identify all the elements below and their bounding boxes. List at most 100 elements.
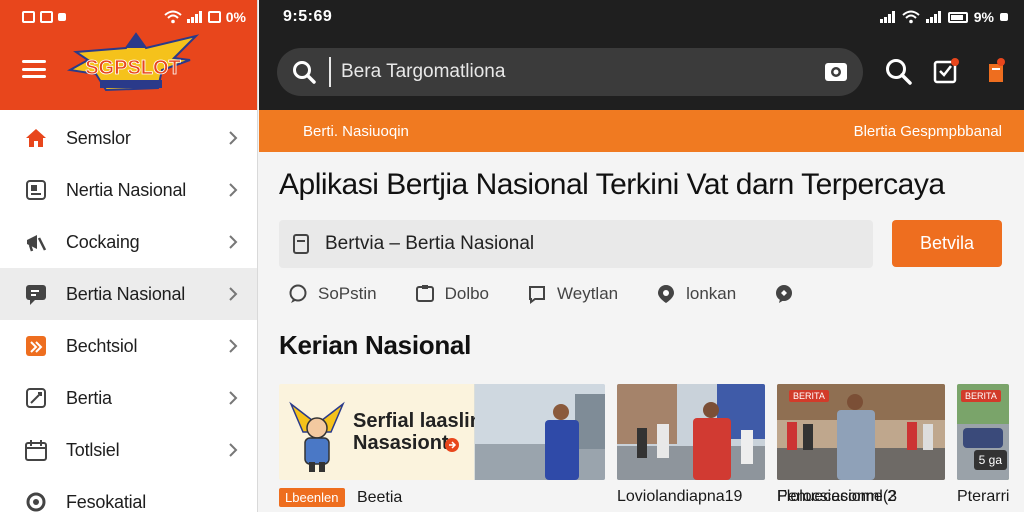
- status-indicator-icon: [1000, 13, 1008, 21]
- drawer-item-totlsiel[interactable]: Totlsiel: [0, 424, 257, 476]
- chevron-right-icon: [229, 443, 238, 457]
- menu-icon[interactable]: [22, 60, 46, 78]
- wifi-icon: [164, 10, 182, 24]
- band-left-link[interactable]: Berti. Nasiuoqin: [303, 123, 409, 140]
- news-card[interactable]: BERITA 5 ga Pterarri: [957, 384, 1009, 512]
- promo-line: Serfial laaslin: [353, 410, 482, 432]
- location-icon: [658, 285, 675, 303]
- logo-text: SGPSLOT: [85, 57, 181, 79]
- action-label: SoPstin: [318, 284, 377, 303]
- tools-icon: [24, 386, 48, 410]
- chevron-right-icon: [229, 235, 238, 249]
- mascot-illustration: [289, 401, 345, 472]
- card-thumbnail: BERITA: [777, 384, 945, 480]
- card-thumbnail: Serfial laaslin Nasasiont: [279, 384, 605, 480]
- drawer-item-label: Totlsiel: [66, 439, 120, 460]
- band-right-link[interactable]: Blertia Gespmpbbanal: [854, 123, 1002, 140]
- navigation-drawer: 0% SGPSLOT Semslor Nertia Nasional Cocka…: [0, 0, 258, 512]
- home-icon: [24, 126, 48, 150]
- drawer-item-nertia-nasional[interactable]: Nertia Nasional: [0, 164, 257, 216]
- promo-text: Serfial laaslin Nasasiont: [353, 410, 482, 454]
- comment-icon: [289, 284, 307, 303]
- camera-icon[interactable]: [823, 59, 849, 85]
- drawer-item-label: Bertia: [66, 387, 112, 408]
- action-lonkan[interactable]: lonkan: [656, 284, 736, 304]
- notification-icon: [22, 11, 35, 23]
- news-field-text: Bertvia – Bertia Nasional: [325, 233, 535, 254]
- chat-bubble-icon: [776, 285, 793, 303]
- drawer-item-bertia-nasional[interactable]: Bertia Nasional: [0, 268, 257, 320]
- action-row: SoPstin Dolbo Weytlan lonkan: [288, 280, 1008, 308]
- promo-line: Nasasiont: [353, 432, 449, 454]
- action-chat[interactable]: [774, 284, 804, 304]
- drawer-item-semslor[interactable]: Semslor: [0, 112, 257, 164]
- drawer-item-label: Nertia Nasional: [66, 179, 187, 200]
- signal-icon: [186, 11, 202, 23]
- app-icon: [58, 13, 66, 21]
- drawer-item-fesokatial[interactable]: Fesokatial: [0, 476, 257, 512]
- street-photo: [617, 384, 765, 480]
- wifi-icon: [902, 10, 920, 24]
- signal-icon: [879, 11, 895, 23]
- drawer-status-bar: 0%: [0, 0, 257, 34]
- card-caption: Lbeenlen Beetia: [279, 488, 605, 507]
- card-badge: Lbeenlen: [279, 488, 345, 507]
- bookmark-icon: [529, 286, 546, 304]
- battery-icon: [947, 11, 968, 23]
- search-input[interactable]: [329, 57, 823, 87]
- card-caption-text: Penuecaconml(3: [777, 488, 898, 505]
- status-bar: 9:5:69 9%: [259, 0, 1024, 34]
- drawer-item-label: Fesokatial: [66, 491, 147, 512]
- action-dolbo[interactable]: Dolbo: [415, 284, 489, 304]
- news-card[interactable]: Serfial laaslin Nasasiont Lbeenlen Beeti…: [279, 384, 605, 512]
- thumb-badge: BERITA: [961, 390, 1001, 402]
- action-label: Dolbo: [444, 284, 490, 303]
- action-label: lonkan: [686, 284, 737, 303]
- drawer-header: 0% SGPSLOT: [0, 0, 257, 110]
- thumb-badge: BERITA: [789, 390, 829, 402]
- drawer-item-bechtsiol[interactable]: Bechtsiol: [0, 320, 257, 372]
- street-photo: [475, 384, 605, 480]
- drawer-menu: Semslor Nertia Nasional Cockaing Bertia …: [0, 112, 257, 512]
- news-card[interactable]: Loviolandiapna19: [617, 384, 765, 512]
- news-field[interactable]: Bertvia – Bertia Nasional: [279, 220, 873, 268]
- chat-icon: [24, 282, 48, 306]
- document-icon: [293, 234, 309, 254]
- tag-icon: [24, 334, 48, 358]
- battery-icon: [207, 11, 221, 23]
- drawer-item-bertia[interactable]: Bertia: [0, 372, 257, 424]
- settings-icon: [24, 490, 48, 512]
- chevron-right-icon: [229, 183, 238, 197]
- calendar-icon: [24, 438, 48, 462]
- drawer-item-label: Bechtsiol: [66, 335, 138, 356]
- drawer-battery-text: 0%: [225, 9, 246, 25]
- action-sopstin[interactable]: SoPstin: [288, 284, 377, 304]
- card-caption-text: Beetia: [356, 489, 403, 506]
- chevron-right-icon: [229, 339, 238, 353]
- message-icon: [40, 11, 53, 23]
- newspaper-icon: [24, 178, 48, 202]
- search-icon[interactable]: [291, 59, 317, 85]
- card-thumbnail: [617, 384, 765, 480]
- drawer-item-label: Bertia Nasional: [66, 283, 186, 304]
- chevron-right-icon: [229, 131, 238, 145]
- card-caption-text: Loviolandiapna19: [617, 488, 743, 505]
- card-caption-text: Pterarri: [957, 488, 1009, 505]
- drawer-item-label: Cockaing: [66, 231, 140, 252]
- thumb-pill: 5 ga: [973, 450, 1007, 470]
- arrow-icon: [445, 438, 459, 452]
- drawer-item-cockaing[interactable]: Cockaing: [0, 216, 257, 268]
- status-time: 9:5:69: [283, 8, 333, 25]
- sgpslot-logo[interactable]: SGPSLOT: [66, 30, 200, 100]
- battery-text: 9%: [973, 9, 994, 25]
- search-icon[interactable]: [883, 56, 913, 86]
- signal-icon: [925, 11, 941, 23]
- bookmark-icon[interactable]: [981, 56, 1011, 86]
- top-app-bar: 9:5:69 9%: [259, 0, 1024, 110]
- notification-icon[interactable]: [931, 56, 961, 86]
- search-bar[interactable]: [277, 48, 863, 96]
- betvila-button[interactable]: Betvila: [892, 220, 1002, 267]
- chevron-right-icon: [229, 391, 238, 405]
- drawer-item-label: Semslor: [66, 127, 131, 148]
- action-weytlan[interactable]: Weytlan: [527, 284, 618, 304]
